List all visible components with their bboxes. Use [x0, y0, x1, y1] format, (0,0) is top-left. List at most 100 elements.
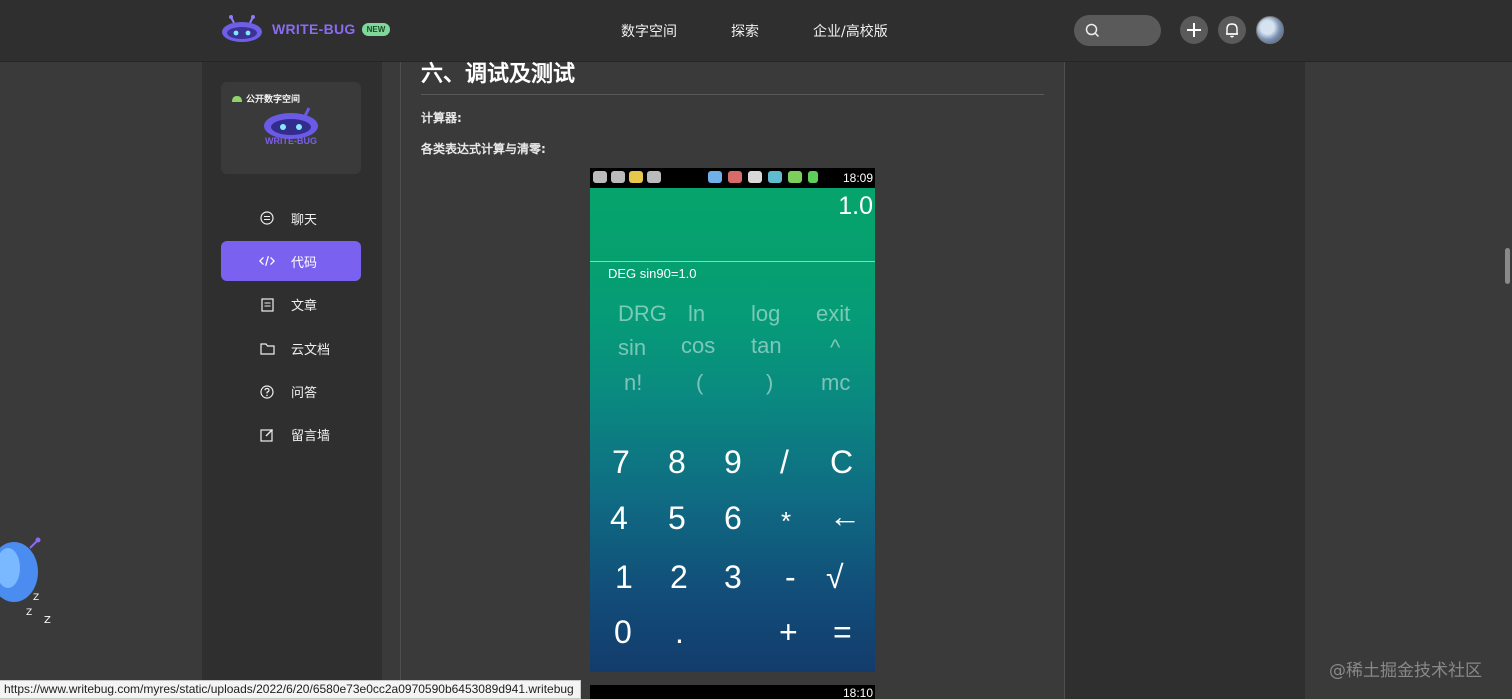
site-logo[interactable]: WRITE-BUG NEW — [221, 15, 391, 43]
status-icons-right — [708, 171, 818, 183]
calc-fn-key: exit — [816, 301, 851, 326]
calc-key: 3 — [724, 559, 742, 595]
status-icon — [768, 171, 782, 183]
status-icons-left — [593, 171, 661, 183]
sidebar-item-message-wall[interactable]: 留言墙 — [221, 415, 361, 455]
calc-key: 8 — [668, 444, 686, 480]
status-icon — [708, 171, 722, 183]
calc-key: 4 — [610, 500, 628, 536]
calc-fn-key: tan — [751, 333, 782, 358]
sidebar-item-code[interactable]: 代码 — [221, 241, 361, 282]
nav-explore[interactable]: 探索 — [731, 21, 759, 41]
paragraph-calculator: 计算器: — [421, 111, 462, 125]
sqrt-icon: √ — [826, 559, 844, 595]
sidebar-item-qa[interactable]: 问答 — [221, 372, 361, 412]
sidebar-item-label: 代码 — [291, 255, 318, 271]
sidebar-item-label: 留言墙 — [291, 429, 331, 445]
signal-icon — [788, 171, 802, 183]
edit-icon — [259, 427, 275, 443]
phone-time: 18:10 — [842, 686, 873, 699]
notifications-button[interactable] — [1218, 16, 1246, 44]
calc-fn-key: DRG — [618, 301, 667, 326]
public-space-card[interactable]: 公开数字空间 WRITE-BUG — [221, 82, 361, 174]
public-space-tag-text: 公开数字空间 — [246, 95, 301, 105]
right-column — [1065, 62, 1305, 699]
svg-text:Z: Z — [44, 615, 51, 626]
calculator-screenshot: 18:09 1.0 DEG sin90=1.0 DRG ln log exit … — [590, 168, 875, 672]
bell-icon — [1226, 23, 1238, 38]
robot-logo-icon — [221, 15, 263, 43]
sidebar-item-label: 问答 — [291, 386, 318, 402]
alarm-icon — [748, 171, 762, 183]
calc-key: - — [785, 559, 796, 595]
search-input[interactable] — [1074, 15, 1161, 46]
sidebar-menu: 聊天 代码 文章 云文档 问答 留言墙 — [221, 198, 361, 458]
scrollbar-thumb[interactable] — [1505, 248, 1510, 284]
calc-key: 9 — [724, 444, 742, 480]
status-icon — [611, 171, 625, 183]
calc-fn-key: sin — [618, 335, 647, 360]
sidebar-item-label: 云文档 — [291, 342, 331, 358]
calc-key: * — [781, 506, 792, 536]
watermark: @稀土掘金技术社区 — [1329, 661, 1482, 681]
calc-key: 5 — [668, 500, 686, 536]
calc-fn-key: log — [751, 301, 781, 326]
calc-key: . — [675, 614, 684, 650]
sidebar-item-chat[interactable]: 聊天 — [221, 198, 361, 238]
calc-key: 6 — [724, 500, 742, 536]
top-navbar: WRITE-BUG NEW 数字空间 探索 企业/高校版 — [0, 0, 1512, 62]
calc-key: C — [830, 444, 854, 480]
calc-fn-key: ln — [688, 301, 706, 326]
android-icon — [232, 96, 242, 102]
floating-mascot-icon[interactable]: Z Z Z — [0, 528, 60, 632]
sun-icon — [629, 171, 643, 183]
nav-enterprise[interactable]: 企业/高校版 — [813, 21, 888, 41]
battery-icon — [808, 171, 818, 183]
calc-divider — [590, 261, 875, 262]
browser-status-url: https://www.writebug.com/myres/static/up… — [0, 680, 581, 699]
main-nav: 数字空间 探索 企业/高校版 — [621, 21, 888, 41]
calc-fn-key: ) — [766, 370, 774, 395]
calc-key: 2 — [670, 559, 688, 595]
article-icon — [259, 297, 275, 313]
nav-digital-space[interactable]: 数字空间 — [621, 21, 677, 41]
calc-key: / — [780, 444, 789, 480]
left-sidebar: 公开数字空间 WRITE-BUG 聊天 代码 文章 云文档 问答 留言墙 — [202, 62, 382, 699]
new-badge: NEW — [361, 22, 391, 36]
sidebar-item-cloud-docs[interactable]: 云文档 — [221, 328, 361, 368]
status-icon — [647, 171, 661, 183]
logo-text: WRITE-BUG — [272, 21, 356, 37]
chat-icon — [259, 210, 275, 226]
calc-fn-key: cos — [681, 333, 716, 358]
add-button[interactable] — [1180, 16, 1208, 44]
sidebar-item-label: 文章 — [291, 299, 318, 315]
calc-key: + — [779, 614, 798, 650]
page-scrollbar[interactable] — [1502, 62, 1512, 699]
calc-key: 7 — [612, 444, 630, 480]
sidebar-item-article[interactable]: 文章 — [221, 285, 361, 325]
phone-time: 18:09 — [842, 171, 873, 185]
space-brand: WRITE-BUG — [265, 136, 317, 146]
phone-status-bar: 18:09 — [590, 168, 875, 188]
svg-text:Z: Z — [33, 593, 39, 603]
status-icon — [728, 171, 742, 183]
calc-key: = — [833, 614, 852, 650]
folder-icon — [259, 340, 275, 356]
status-icon — [593, 171, 607, 183]
calc-display: 1.0 — [838, 192, 873, 220]
paragraph-expression: 各类表达式计算与清零: — [421, 142, 546, 156]
backspace-icon: ← — [829, 498, 861, 534]
search-icon — [1085, 23, 1100, 38]
user-avatar[interactable] — [1256, 16, 1284, 44]
section-heading: 六、调试及测试 — [421, 62, 576, 87]
calc-fn-key: ^ — [830, 335, 841, 360]
second-calculator-screenshot: 18:10 — [590, 685, 875, 699]
code-icon — [259, 253, 275, 269]
calc-key: 0 — [614, 614, 632, 650]
calc-fn-key: n! — [624, 370, 643, 395]
question-icon — [259, 384, 275, 400]
public-space-tag: 公开数字空间 — [231, 92, 300, 105]
calc-fn-key: mc — [821, 370, 851, 395]
svg-text:Z: Z — [26, 608, 32, 618]
sidebar-item-label: 聊天 — [291, 212, 318, 228]
